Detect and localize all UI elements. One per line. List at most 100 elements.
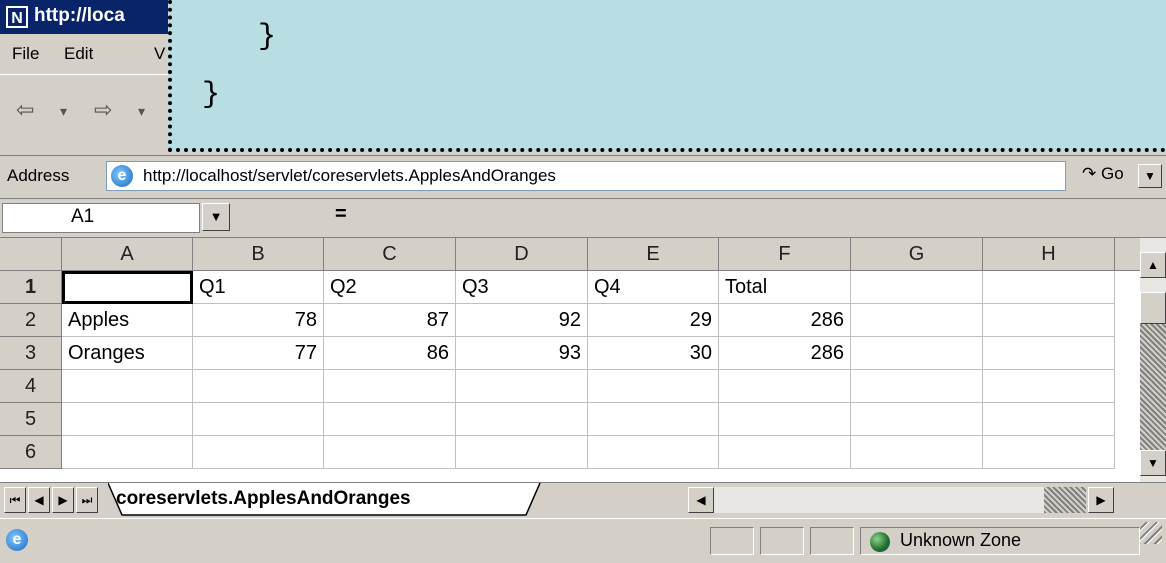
menu-edit[interactable]: Edit (64, 44, 93, 64)
cell[interactable] (62, 370, 193, 403)
spreadsheet-grid: A B C D E F G H 1 2 3 4 5 6 Q1 Q2 Q3 Q4 … (0, 238, 1140, 482)
cell[interactable]: 30 (588, 337, 719, 370)
horizontal-scrollbar[interactable]: ◀ ▶ (688, 487, 1158, 513)
cell[interactable] (719, 370, 851, 403)
code-line: } (258, 20, 277, 54)
row-header[interactable]: 6 (0, 436, 62, 469)
cell[interactable] (851, 403, 983, 436)
go-arrow-icon: ↷ (1082, 164, 1097, 183)
cell[interactable] (851, 370, 983, 403)
cell[interactable] (851, 304, 983, 337)
row-header[interactable]: 5 (0, 403, 62, 436)
cell[interactable]: 92 (456, 304, 588, 337)
first-sheet-button[interactable]: ⏮ (4, 487, 26, 513)
cell[interactable] (719, 436, 851, 469)
scroll-left-button[interactable]: ◀ (688, 487, 714, 513)
cell[interactable]: 29 (588, 304, 719, 337)
cell[interactable] (62, 436, 193, 469)
cell[interactable]: Total (719, 271, 851, 304)
scroll-down-button[interactable]: ▼ (1140, 450, 1166, 476)
address-url[interactable]: http://localhost/servlet/coreservlets.Ap… (143, 166, 556, 186)
scroll-right-button[interactable]: ▶ (1088, 487, 1114, 513)
select-all-corner[interactable] (0, 238, 62, 271)
cell[interactable]: Q1 (193, 271, 324, 304)
cell[interactable]: 286 (719, 337, 851, 370)
cell[interactable] (588, 403, 719, 436)
row-header[interactable]: 1 (0, 271, 62, 304)
cell[interactable] (851, 337, 983, 370)
address-dropdown-button[interactable]: ▼ (1138, 164, 1162, 188)
cell[interactable] (62, 403, 193, 436)
cell[interactable] (193, 403, 324, 436)
menu-file[interactable]: File (12, 44, 39, 64)
cell-a1-selected[interactable] (62, 271, 193, 304)
vertical-scroll-thumb[interactable] (1140, 292, 1166, 324)
cell[interactable] (983, 370, 1115, 403)
back-dropdown-icon[interactable]: ▾ (60, 103, 67, 120)
go-button[interactable]: ↷ Go (1082, 164, 1124, 184)
vertical-scrollbar[interactable]: ▲ ▼ (1140, 238, 1166, 482)
cell[interactable]: 86 (324, 337, 456, 370)
name-box-dropdown-button[interactable]: ▼ (202, 203, 230, 231)
cell[interactable]: Q4 (588, 271, 719, 304)
scroll-up-button[interactable]: ▲ (1140, 252, 1166, 278)
cell[interactable]: 87 (324, 304, 456, 337)
cell[interactable]: Q2 (324, 271, 456, 304)
address-bar: Address e http://localhost/servlet/cores… (0, 156, 1166, 199)
resize-grip-icon[interactable] (1140, 522, 1162, 544)
status-pane (760, 527, 804, 555)
cell[interactable]: 286 (719, 304, 851, 337)
row-header[interactable]: 4 (0, 370, 62, 403)
horizontal-scroll-thumb[interactable] (1044, 487, 1086, 513)
last-sheet-button[interactable]: ⏭ (76, 487, 98, 513)
cell[interactable]: Q3 (456, 271, 588, 304)
cell[interactable] (456, 370, 588, 403)
cell[interactable] (983, 271, 1115, 304)
prev-sheet-button[interactable]: ◀ (28, 487, 50, 513)
cell[interactable] (324, 403, 456, 436)
column-header[interactable]: F (719, 238, 851, 271)
column-header[interactable]: A (62, 238, 193, 271)
cell[interactable]: Oranges (62, 337, 193, 370)
cell[interactable] (719, 403, 851, 436)
forward-dropdown-icon[interactable]: ▾ (138, 103, 145, 120)
cell[interactable] (193, 370, 324, 403)
horizontal-scroll-track[interactable] (714, 487, 1064, 513)
column-header[interactable]: E (588, 238, 719, 271)
cell[interactable] (588, 436, 719, 469)
netscape-logo-icon: N (6, 6, 28, 28)
name-box[interactable]: A1 (2, 203, 200, 233)
cell[interactable] (456, 436, 588, 469)
cell[interactable] (983, 403, 1115, 436)
cell[interactable]: Apples (62, 304, 193, 337)
column-header[interactable]: C (324, 238, 456, 271)
cell[interactable] (983, 304, 1115, 337)
row-header[interactable]: 3 (0, 337, 62, 370)
column-header[interactable]: B (193, 238, 324, 271)
row-header[interactable]: 2 (0, 304, 62, 337)
status-pane (710, 527, 754, 555)
vertical-scroll-track[interactable] (1140, 324, 1166, 450)
address-input[interactable]: e http://localhost/servlet/coreservlets.… (106, 161, 1162, 191)
cell[interactable] (456, 403, 588, 436)
cell[interactable] (324, 436, 456, 469)
next-sheet-button[interactable]: ▶ (52, 487, 74, 513)
column-header[interactable]: D (456, 238, 588, 271)
cell[interactable] (193, 436, 324, 469)
column-header[interactable]: H (983, 238, 1115, 271)
cell[interactable] (324, 370, 456, 403)
formula-equals-icon[interactable]: = (335, 203, 347, 226)
column-header[interactable]: G (851, 238, 983, 271)
back-arrow-icon[interactable]: ⇦ (16, 97, 34, 123)
cell[interactable] (588, 370, 719, 403)
sheet-tab[interactable]: coreservlets.ApplesAndOranges (116, 483, 411, 517)
cell[interactable] (851, 436, 983, 469)
cell[interactable]: 78 (193, 304, 324, 337)
cell[interactable] (851, 271, 983, 304)
cell[interactable] (983, 337, 1115, 370)
cell[interactable] (983, 436, 1115, 469)
cell[interactable]: 93 (456, 337, 588, 370)
forward-arrow-icon[interactable]: ⇨ (94, 97, 112, 123)
menu-view[interactable]: V (154, 44, 165, 64)
cell[interactable]: 77 (193, 337, 324, 370)
